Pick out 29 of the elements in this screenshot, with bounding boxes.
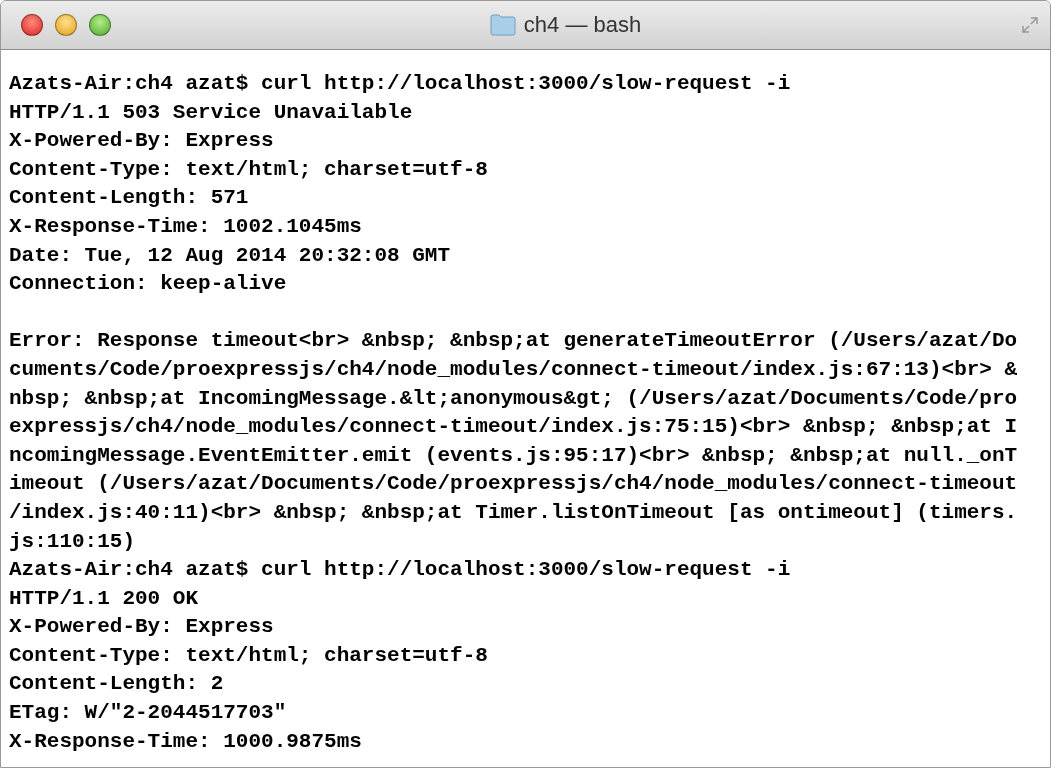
terminal-line: Error: Response timeout<br> &nbsp; &nbsp;at generateTimeoutError (/Users/azat/Do: [9, 328, 1018, 355]
close-button[interactable]: [21, 14, 43, 36]
terminal-line: X-Response-Time: 1002.1045ms: [9, 213, 362, 240]
terminal-line: expressjs/ch4/node_modules/connect-timeout/index.js:75:15)<br> &nbsp; &nbsp;at I: [9, 414, 1018, 441]
terminal-line: Content-Type: text/html; charset=utf-8: [9, 156, 488, 183]
terminal-line: ETag: W/"2-2044517703": [9, 700, 287, 727]
terminal-line: cuments/Code/proexpressjs/ch4/node_modules/connect-timeout/index.js:67:13)<br> &: [9, 356, 1018, 383]
terminal-line: HTTP/1.1 200 OK: [9, 585, 199, 612]
terminal-line: X-Powered-By: Express: [9, 614, 274, 641]
terminal-line: nbsp; &nbsp;at IncomingMessage.&lt;anonymous&gt; (/Users/azat/Documents/Code/pro: [9, 385, 1018, 412]
terminal-line: Content-Length: 571: [9, 185, 249, 212]
minimize-button[interactable]: [55, 14, 77, 36]
fullscreen-icon[interactable]: [1020, 15, 1040, 35]
terminal-line: Azats-Air:ch4 azat$ curl http://localhost:3000/slow-request -i: [9, 557, 791, 584]
terminal-line: Azats-Air:ch4 azat$ curl http://localhost:3000/slow-request -i: [9, 71, 791, 97]
zoom-button[interactable]: [89, 14, 111, 36]
window-title: ch4 — bash: [523, 12, 642, 38]
terminal-line: imeout (/Users/azat/Documents/Code/proexpressjs/ch4/node_modules/connect-timeout: [9, 471, 1018, 498]
terminal-line: X-Response-Time: 1000.9875ms: [9, 728, 362, 755]
terminal-line: Content-Length: 2: [9, 671, 224, 698]
terminal-line: HTTP/1.1 503 Service Unavailable: [9, 99, 413, 126]
terminal-line: ncomingMessage.EventEmitter.emit (events.js:95:17)<br> &nbsp; &nbsp;at null._onT: [9, 442, 1018, 469]
terminal-line: Connection: keep-alive: [9, 271, 287, 298]
terminal-line: js:110:15): [9, 528, 136, 555]
folder-icon: [489, 14, 516, 36]
terminal-line: Content-Type: text/html; charset=utf-8: [9, 642, 488, 669]
terminal-line: /index.js:40:11)<br> &nbsp; &nbsp;at Timer.listOnTimeout [as ontimeout] (timers.: [9, 499, 1018, 526]
terminal-line: Date: Tue, 12 Aug 2014 20:32:08 GMT: [9, 242, 451, 269]
terminal-line: X-Powered-By: Express: [9, 128, 274, 155]
